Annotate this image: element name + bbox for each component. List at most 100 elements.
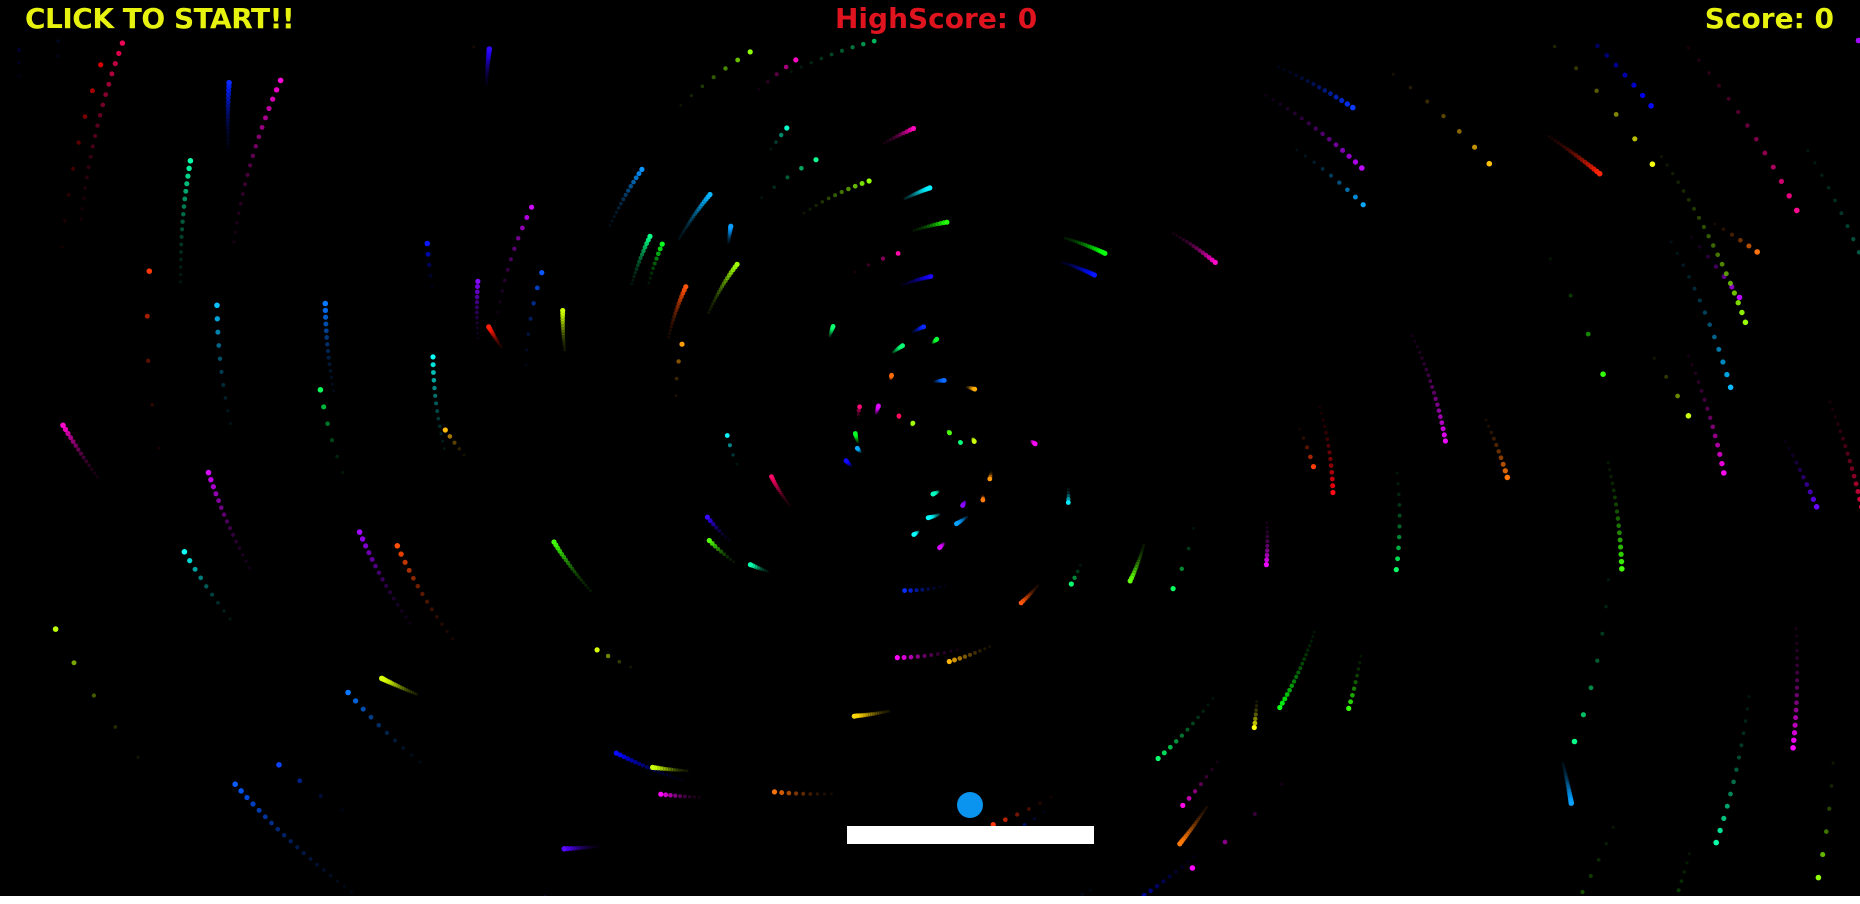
- particle: [1441, 432, 1447, 438]
- particle: [1329, 469, 1335, 475]
- particle: [1790, 745, 1796, 751]
- particle: [1161, 879, 1166, 884]
- particle: [735, 57, 741, 63]
- particle: [619, 201, 623, 206]
- particle: [1288, 70, 1293, 75]
- particle: [1845, 451, 1850, 456]
- particle: [1333, 142, 1339, 148]
- particle: [659, 241, 665, 247]
- particle: [921, 324, 927, 330]
- particle: [1222, 839, 1228, 845]
- particle: [677, 237, 681, 241]
- particle: [269, 820, 274, 826]
- particle: [322, 300, 329, 307]
- particle: [529, 204, 535, 210]
- particle: [769, 147, 773, 151]
- particle: [275, 826, 281, 832]
- particle: [503, 278, 507, 283]
- particle: [373, 563, 378, 569]
- particle: [1676, 888, 1681, 893]
- particle: [1547, 135, 1551, 139]
- particle: [486, 324, 492, 330]
- particle: [925, 515, 931, 521]
- particle: [647, 233, 653, 239]
- particle: [1710, 243, 1716, 248]
- particle: [1210, 767, 1214, 772]
- particle: [707, 191, 713, 198]
- particle: [1753, 136, 1759, 142]
- particle: [1829, 784, 1834, 788]
- particle: [182, 196, 188, 202]
- particle: [93, 133, 98, 139]
- particle: [524, 363, 528, 367]
- particle: [409, 753, 414, 757]
- particle: [678, 794, 683, 799]
- particle: [669, 325, 673, 329]
- particle: [1720, 359, 1726, 365]
- game-canvas[interactable]: CLICK TO START!! HighScore: 0 Score: 0: [0, 0, 1860, 896]
- particle: [475, 321, 479, 325]
- particle: [978, 649, 982, 653]
- particle: [1442, 438, 1448, 444]
- particle: [63, 219, 67, 223]
- particle: [853, 270, 857, 274]
- particle: [771, 789, 778, 795]
- particle: [562, 342, 566, 346]
- particle: [1312, 160, 1316, 165]
- particle: [1141, 546, 1145, 550]
- particle: [82, 196, 86, 200]
- particle: [1742, 319, 1749, 326]
- particle: [655, 251, 661, 257]
- particle: [1795, 670, 1800, 675]
- particle: [826, 196, 831, 201]
- particle: [723, 66, 728, 71]
- particle: [809, 61, 813, 65]
- particle: [679, 103, 683, 107]
- particle: [1328, 463, 1334, 468]
- particle: [1330, 483, 1336, 489]
- particle: [1296, 670, 1301, 675]
- particle: [1729, 232, 1735, 237]
- particle: [1154, 883, 1160, 889]
- particle: [930, 491, 936, 497]
- particle: [1574, 66, 1579, 71]
- particle: [226, 409, 230, 413]
- particle: [1685, 413, 1692, 419]
- particle: [210, 592, 215, 597]
- particle: [1707, 71, 1711, 75]
- highscore-display: HighScore: 0: [835, 2, 1037, 36]
- particle: [1689, 235, 1693, 239]
- particle: [393, 738, 397, 743]
- particle: [150, 402, 155, 407]
- particle: [785, 175, 790, 180]
- particle: [1340, 147, 1346, 153]
- particle: [633, 175, 639, 181]
- click-to-start-label[interactable]: CLICK TO START!!: [25, 2, 295, 36]
- particle: [328, 369, 333, 373]
- particle: [649, 271, 654, 275]
- particle: [1170, 586, 1176, 592]
- particle: [119, 40, 126, 46]
- particle: [524, 215, 530, 220]
- particle: [1356, 667, 1361, 671]
- particle: [384, 583, 389, 588]
- particle: [215, 329, 221, 335]
- particle: [1277, 704, 1283, 711]
- particle: [1348, 699, 1354, 705]
- particle: [112, 61, 118, 67]
- particle: [214, 302, 220, 309]
- particle: [1167, 874, 1172, 879]
- paddle[interactable]: [847, 826, 1094, 844]
- particle: [1687, 274, 1691, 279]
- particle: [635, 263, 640, 268]
- particle: [637, 761, 642, 766]
- particle: [226, 79, 232, 86]
- particle: [1736, 755, 1742, 760]
- particle: [450, 637, 455, 641]
- particle: [735, 462, 739, 466]
- particle: [1188, 241, 1192, 246]
- particle: [1486, 160, 1493, 167]
- particle: [82, 114, 88, 119]
- particle: [55, 54, 59, 58]
- particle: [1617, 537, 1623, 543]
